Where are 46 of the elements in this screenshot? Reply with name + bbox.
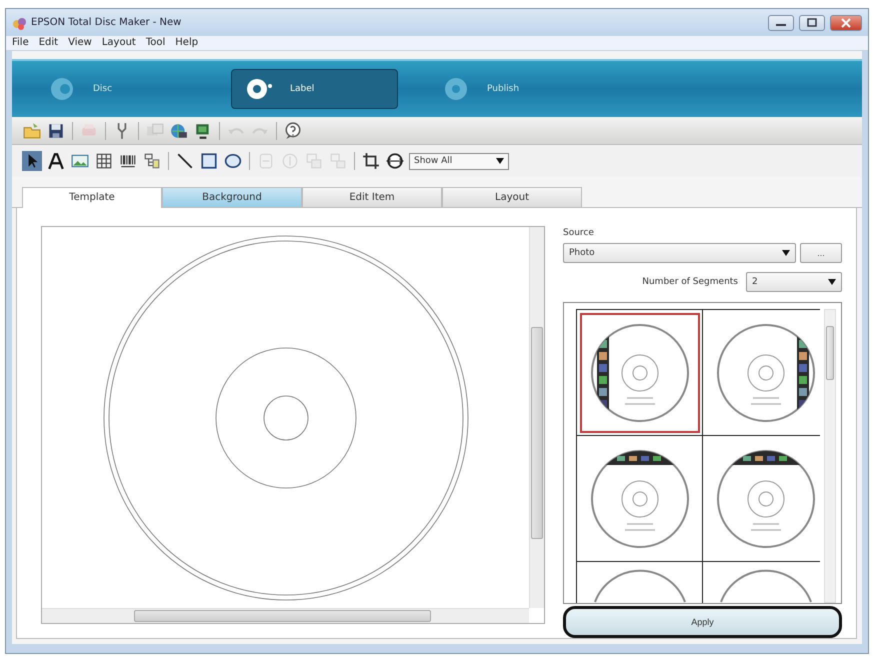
mode-tab[interactable]: Label (231, 69, 398, 109)
maximize-icon[interactable] (799, 14, 825, 30)
apply-button[interactable]: Apply (563, 606, 842, 638)
source-dropdown[interactable]: Photo (563, 243, 796, 263)
dropdown-arrow-icon (496, 158, 504, 164)
window-title: EPSON Total Disc Maker - New (31, 17, 182, 28)
view-filter-dropdown[interactable]: Show All (409, 152, 509, 170)
grid-icon[interactable] (94, 151, 114, 171)
tab[interactable]: Background (162, 187, 302, 207)
minimize-icon[interactable] (768, 14, 794, 30)
ellipse-icon[interactable] (223, 151, 243, 171)
tree-icon[interactable] (142, 151, 162, 171)
dropdown-arrow-icon (828, 279, 836, 285)
mode-tab[interactable]: Disc (34, 69, 201, 109)
disc-icon (443, 76, 469, 102)
app-icon (12, 16, 26, 30)
vertical-scrollbar[interactable] (529, 227, 544, 608)
line-icon[interactable] (175, 151, 195, 171)
tab[interactable]: Layout (442, 187, 582, 207)
tab[interactable]: Template (22, 187, 162, 208)
menu-item[interactable]: Layout (102, 37, 136, 48)
mode-tab[interactable]: Publish (428, 69, 595, 109)
menu-item[interactable]: Tool (146, 37, 166, 48)
segments-dropdown[interactable]: 2 (746, 272, 842, 292)
template-thumbnail[interactable] (577, 310, 703, 436)
segments-label: Number of Segments (642, 277, 738, 287)
source-label: Source (563, 228, 595, 238)
text-icon[interactable] (46, 151, 66, 171)
dropdown-arrow-icon (782, 250, 790, 256)
menu-item[interactable]: Help (175, 37, 198, 48)
tab[interactable]: Edit Item (302, 187, 442, 207)
rectangle-icon[interactable] (199, 151, 219, 171)
browse-button[interactable]: ... (800, 243, 842, 263)
help-icon[interactable] (283, 120, 303, 140)
menu-item[interactable]: File (12, 37, 29, 48)
fit-icon[interactable] (385, 151, 405, 171)
menu-item[interactable]: Edit (38, 37, 58, 48)
disc-icon (49, 76, 75, 102)
template-thumbnail[interactable] (577, 436, 703, 562)
close-icon[interactable] (830, 14, 862, 30)
vertical-scrollbar[interactable] (824, 309, 836, 603)
disc-icon (246, 76, 272, 102)
crop-icon[interactable] (361, 151, 381, 171)
pointer-icon[interactable] (22, 151, 42, 171)
menu-item[interactable]: View (68, 37, 92, 48)
horizontal-scrollbar[interactable] (42, 608, 529, 623)
